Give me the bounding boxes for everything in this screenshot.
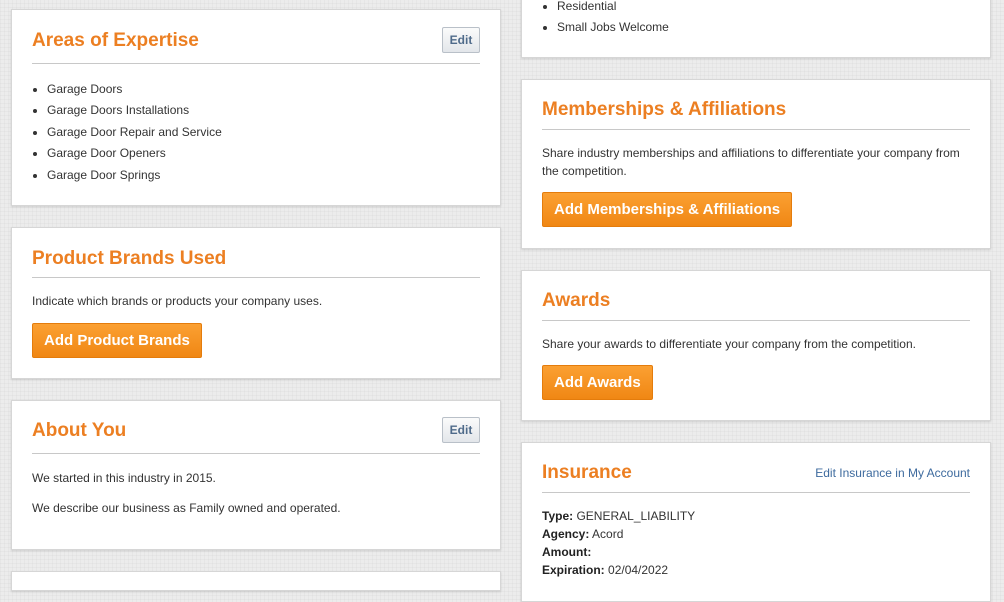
insurance-amount-label: Amount: [542,545,592,559]
expertise-list: Garage Doors Garage Doors Installations … [32,79,222,186]
about-you-title: About You [32,420,127,441]
insurance-title: Insurance [542,462,632,483]
areas-of-expertise-card: Areas of Expertise Edit Garage Doors Gar… [11,9,501,206]
insurance-card: Insurance Edit Insurance in My Account T… [521,442,991,602]
areas-of-expertise-title: Areas of Expertise [32,30,199,51]
divider [32,453,480,454]
insurance-amount: Amount: [542,543,591,561]
list-item: Garage Doors [47,79,222,100]
add-memberships-button[interactable]: Add Memberships & Affiliations [542,192,793,227]
insurance-type-value: GENERAL_LIABILITY [576,509,696,523]
awards-title: Awards [542,290,611,311]
list-item: Residential [557,0,669,17]
memberships-title: Memberships & Affiliations [542,99,787,120]
insurance-expiration-value: 02/04/2022 [608,563,669,577]
list-item: Garage Doors Installations [47,100,222,121]
add-awards-button[interactable]: Add Awards [542,365,653,400]
list-item: Garage Door Springs [47,165,222,186]
divider [542,320,970,321]
memberships-card: Memberships & Affiliations Share industr… [521,79,991,249]
about-you-card: About You Edit We started in this indust… [11,400,501,550]
service-types-card: Residential Small Jobs Welcome [521,0,991,58]
divider [32,63,480,64]
insurance-agency: Agency: Acord [542,525,623,543]
expertise-edit-button[interactable]: Edit [442,27,480,53]
add-product-brands-button[interactable]: Add Product Brands [32,323,202,358]
divider [542,492,970,493]
awards-description: Share your awards to differentiate your … [542,337,916,351]
about-business-text: We describe our business as Family owned… [32,501,341,515]
memberships-description: Share industry memberships and affiliati… [542,146,960,178]
product-brands-card: Product Brands Used Indicate which brand… [11,227,501,379]
about-edit-button[interactable]: Edit [442,417,480,443]
insurance-expiration: Expiration: 02/04/2022 [542,561,668,579]
about-started-text: We started in this industry in 2015. [32,471,216,485]
insurance-type: Type: GENERAL_LIABILITY [542,507,695,525]
insurance-agency-value: Acord [592,527,624,541]
insurance-type-label: Type: [542,509,574,523]
insurance-agency-label: Agency: [542,527,590,541]
divider [32,277,480,278]
service-types-list: Residential Small Jobs Welcome [542,0,669,39]
awards-card: Awards Share your awards to differentiat… [521,270,991,421]
next-card-partial [11,571,501,591]
product-brands-title: Product Brands Used [32,248,227,269]
edit-insurance-link[interactable]: Edit Insurance in My Account [815,466,970,480]
list-item: Small Jobs Welcome [557,17,669,38]
divider [542,129,970,130]
list-item: Garage Door Openers [47,143,222,164]
product-brands-description: Indicate which brands or products your c… [32,294,323,308]
list-item: Garage Door Repair and Service [47,122,222,143]
insurance-expiration-label: Expiration: [542,563,605,577]
